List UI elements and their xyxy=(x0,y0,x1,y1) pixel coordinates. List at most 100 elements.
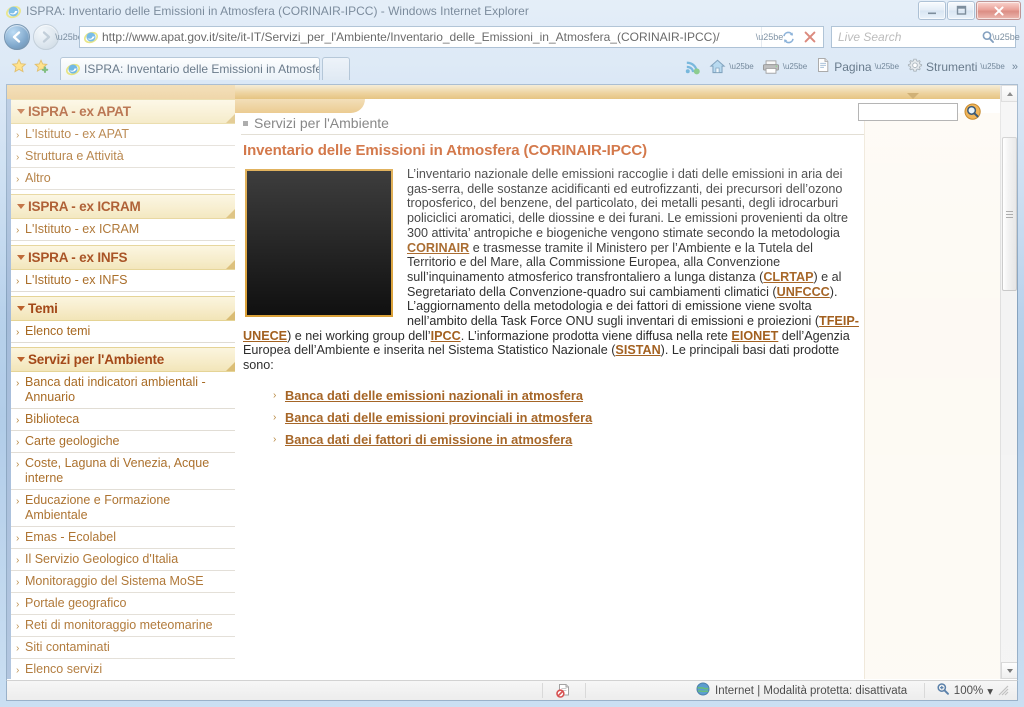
sidebar-section-header[interactable]: ISPRA - ex INFS xyxy=(11,245,235,270)
close-button[interactable] xyxy=(976,1,1021,20)
paragraph-text: ) e nei working group dell’ xyxy=(287,328,431,343)
sidebar-section-header[interactable]: ISPRA - ex APAT xyxy=(11,99,235,124)
sidebar-section-header[interactable]: ISPRA - ex ICRAM xyxy=(11,194,235,219)
database-links-list: › Banca dati delle emissioni nazionali in… xyxy=(273,387,864,453)
new-tab-button[interactable] xyxy=(322,57,350,80)
sidebar-item[interactable]: › Carte geologiche xyxy=(11,431,235,453)
breadcrumb: Servizi per l'Ambiente xyxy=(241,113,864,135)
collapse-triangle-icon xyxy=(17,306,25,311)
tools-menu-label: Strumenti xyxy=(926,59,978,74)
list-item: › Banca dati delle emissioni nazionali in… xyxy=(273,387,864,409)
print-caret-icon[interactable]: \u25be xyxy=(783,62,807,71)
inline-link[interactable]: UNFCCC xyxy=(777,285,830,299)
list-item: › Banca dati dei fattori di emissione in … xyxy=(273,431,864,453)
sidebar-item[interactable]: › Elenco temi xyxy=(11,321,235,343)
tools-menu-caret-icon[interactable]: \u25be xyxy=(980,62,1004,71)
sidebar-nav-list: ISPRA - ex APAT › L'Istituto - ex APAT › Str… xyxy=(11,99,235,679)
sidebar-item[interactable]: › Il Servizio Geologico d'Italia xyxy=(11,549,235,571)
address-bar[interactable]: http://www.apat.gov.it/site/it-IT/Serviz… xyxy=(79,26,824,48)
sidebar-item[interactable]: › Coste, Laguna di Venezia, Acque interne xyxy=(11,453,235,490)
back-button[interactable] xyxy=(4,24,30,50)
site-search-input[interactable] xyxy=(858,103,958,121)
sidebar-item[interactable]: › Elenco servizi xyxy=(11,659,235,679)
tools-menu-button[interactable]: Strumenti \u25be xyxy=(904,56,1008,77)
sidebar-section-header[interactable]: Temi xyxy=(11,296,235,321)
breadcrumb-label[interactable]: Servizi per l'Ambiente xyxy=(254,115,389,131)
sidebar-item[interactable]: › L'Istituto - ex ICRAM xyxy=(11,219,235,241)
sidebar-item[interactable]: › Altro xyxy=(11,168,235,190)
maximize-button[interactable] xyxy=(947,1,975,20)
sidebar-item[interactable]: › Monitoraggio del Sistema MoSE xyxy=(11,571,235,593)
database-link[interactable]: Banca dati delle emissioni nazionali in … xyxy=(285,388,583,403)
security-zone[interactable]: Internet | Modalità protetta: disattivat… xyxy=(586,681,924,700)
sidebar-section-header[interactable]: Servizi per l'Ambiente xyxy=(11,347,235,372)
inline-link[interactable]: CLRTAP xyxy=(763,270,813,284)
home-caret-icon[interactable]: \u25be xyxy=(729,62,753,71)
main-content: Servizi per l'Ambiente Inventario delle … xyxy=(239,113,864,453)
site-banner-curve xyxy=(235,99,365,113)
site-search-icon[interactable] xyxy=(964,103,982,121)
tab-favicon-icon xyxy=(66,62,80,76)
add-to-favorites-icon[interactable] xyxy=(30,55,52,77)
inline-link[interactable]: IPCC xyxy=(431,329,461,343)
stop-button[interactable] xyxy=(799,26,821,48)
address-dropdown-caret-icon[interactable]: \u25be xyxy=(756,27,783,47)
right-rail xyxy=(864,113,1000,679)
database-link[interactable]: Banca dati dei fattori di emissione in a… xyxy=(285,432,572,447)
sidebar-item[interactable]: › L'Istituto - ex APAT xyxy=(11,124,235,146)
page-viewport: ISPRA - ex APAT › L'Istituto - ex APAT › Str… xyxy=(6,84,1018,680)
sidebar-item[interactable]: › Biblioteca xyxy=(11,409,235,431)
inline-link[interactable]: CORINAIR xyxy=(407,241,469,255)
sidebar-item-label: Biblioteca xyxy=(25,412,80,426)
section-corner-fold-icon xyxy=(226,362,235,371)
chevron-right-icon: › xyxy=(16,555,20,566)
zoom-caret-icon[interactable]: ▾ xyxy=(987,684,993,698)
chevron-right-icon: › xyxy=(273,433,277,445)
sidebar-item-label: Educazione e Formazione Ambientale xyxy=(25,493,171,522)
sidebar-item[interactable]: › Educazione e Formazione Ambientale xyxy=(11,490,235,527)
command-overflow-icon[interactable]: » xyxy=(1012,61,1018,73)
page-menu-caret-icon[interactable]: \u25be xyxy=(875,62,899,71)
browser-window: ISPRA: Inventario delle Emissioni in Atm… xyxy=(0,0,1024,707)
resize-grip-icon[interactable] xyxy=(997,684,1011,698)
page-vertical-scrollbar[interactable] xyxy=(1000,85,1017,679)
page-title: Inventario delle Emissioni in Atmosfera … xyxy=(243,142,648,159)
print-button[interactable]: \u25be xyxy=(759,58,810,76)
sidebar-item-label: L'Istituto - ex INFS xyxy=(25,273,128,287)
scrollbar-thumb[interactable] xyxy=(1002,137,1017,291)
chevron-right-icon: › xyxy=(16,437,20,448)
site-search xyxy=(858,103,982,121)
sidebar-item-label: Monitoraggio del Sistema MoSE xyxy=(25,574,204,588)
url-text[interactable]: http://www.apat.gov.it/site/it-IT/Serviz… xyxy=(102,30,761,44)
internet-explorer-icon xyxy=(6,4,21,19)
sidebar-item[interactable]: › Banca dati indicatori ambientali - Annu… xyxy=(11,372,235,409)
feeds-icon[interactable] xyxy=(681,57,704,76)
inline-link[interactable]: SISTAN xyxy=(615,343,660,357)
inline-link[interactable]: EIONET xyxy=(731,329,778,343)
favorites-center-icon[interactable] xyxy=(8,55,30,77)
sidebar-item[interactable]: › Siti contaminati xyxy=(11,637,235,659)
page-icon xyxy=(815,57,831,76)
chevron-right-icon: › xyxy=(16,533,20,544)
scroll-up-arrow-icon[interactable] xyxy=(1001,85,1017,102)
sidebar-item[interactable]: › Struttura e Attività xyxy=(11,146,235,168)
sidebar-section-label: Servizi per l'Ambiente xyxy=(28,352,165,367)
database-link[interactable]: Banca dati delle emissioni provinciali i… xyxy=(285,410,592,425)
recent-pages-caret-icon[interactable]: \u25be xyxy=(55,24,83,50)
sidebar-item[interactable]: › Emas - Ecolabel xyxy=(11,527,235,549)
page-error-icon[interactable] xyxy=(543,681,585,700)
sidebar-item-label: Reti di monitoraggio meteomarine xyxy=(25,618,213,632)
sidebar-item[interactable]: › Reti di monitoraggio meteomarine xyxy=(11,615,235,637)
page-menu-button[interactable]: Pagina \u25be xyxy=(812,56,902,77)
live-search-box[interactable]: Live Search \u25be xyxy=(831,24,1020,50)
scroll-down-arrow-icon[interactable] xyxy=(1001,662,1017,679)
tab-active[interactable]: ISPRA: Inventario delle Emissioni in Atm… xyxy=(60,57,320,80)
sidebar-item[interactable]: › L'Istituto - ex INFS xyxy=(11,270,235,292)
tab-bar-row: ISPRA: Inventario delle Emissioni in Atm… xyxy=(0,52,1024,80)
zoom-control[interactable]: 100% ▾ xyxy=(925,681,1017,700)
home-button[interactable]: \u25be xyxy=(706,57,756,76)
search-provider-caret-icon[interactable]: \u25be xyxy=(992,24,1020,50)
refresh-button[interactable] xyxy=(777,26,799,48)
sidebar-item[interactable]: › Portale geografico xyxy=(11,593,235,615)
minimize-button[interactable] xyxy=(918,1,946,20)
